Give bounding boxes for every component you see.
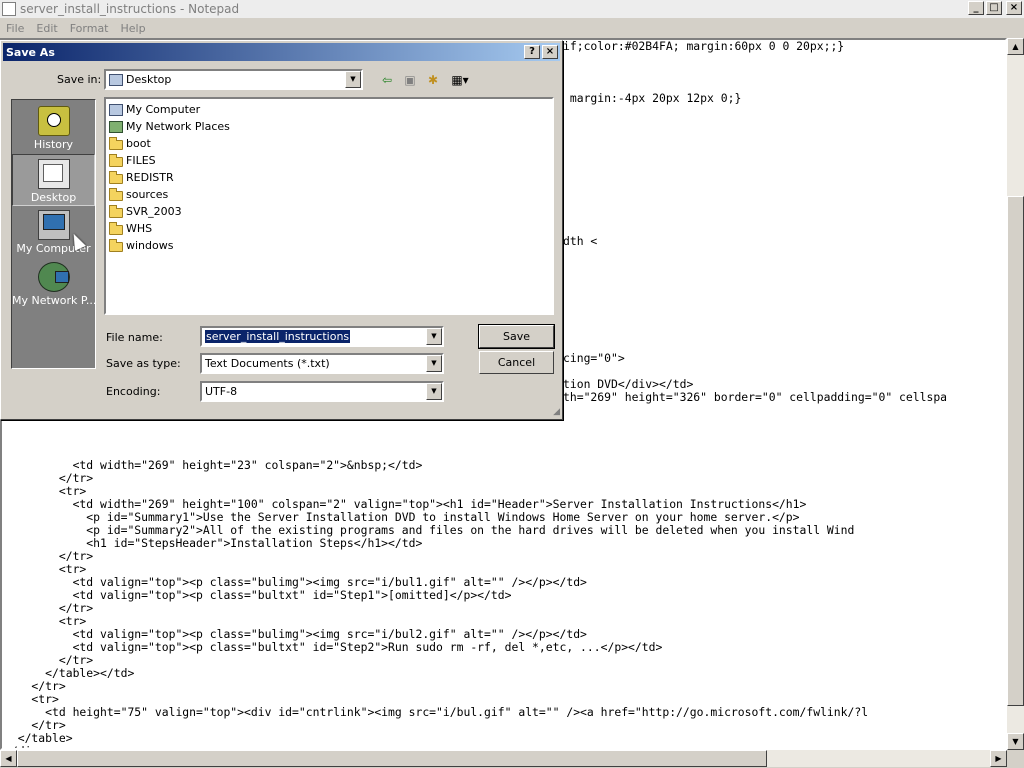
file-name: WHS xyxy=(126,222,153,235)
close-window-button[interactable]: × xyxy=(1006,1,1022,15)
back-icon[interactable]: ⇦ xyxy=(378,72,396,88)
text-fragment: if;color:#02B4FA; margin:60px 0 0 20px;;… xyxy=(563,39,845,53)
place-history[interactable]: History xyxy=(12,102,95,154)
folder-icon xyxy=(109,170,123,184)
scroll-up-button[interactable]: ▲ xyxy=(1007,38,1024,55)
place-desktop[interactable]: Desktop xyxy=(12,154,95,206)
menu-bar: File Edit Format Help xyxy=(0,18,1024,38)
file-name: FILES xyxy=(126,154,156,167)
new-folder-icon[interactable]: ✱ xyxy=(424,72,442,88)
history-icon xyxy=(37,106,70,136)
maximize-button[interactable]: □ xyxy=(986,1,1002,15)
file-name-input[interactable]: server_install_instructions ▼ xyxy=(200,326,444,347)
up-folder-icon[interactable]: ▣ xyxy=(401,72,419,88)
file-name-value: server_install_instructions xyxy=(205,330,351,343)
list-item[interactable]: My Network Places xyxy=(109,118,230,135)
menu-format[interactable]: Format xyxy=(64,22,115,35)
vertical-scrollbar[interactable]: ▲ ▼ xyxy=(1007,38,1024,750)
list-item[interactable]: FILES xyxy=(109,152,156,169)
cancel-button[interactable]: Cancel xyxy=(479,351,554,374)
file-name: My Computer xyxy=(126,103,201,116)
resize-grip-icon[interactable]: ◢ xyxy=(553,407,560,417)
scrollbar-corner xyxy=(1007,750,1024,768)
text-fragment: dth < xyxy=(563,234,598,248)
dialog-title: Save As xyxy=(6,45,55,59)
file-name: SVR_2003 xyxy=(126,205,182,218)
list-item[interactable]: WHS xyxy=(109,220,152,237)
list-item[interactable]: REDISTR xyxy=(109,169,174,186)
document-text[interactable]: <td width="269" height="23" colspan="2">… xyxy=(4,459,868,749)
scroll-left-button[interactable]: ◀ xyxy=(0,750,17,767)
chevron-down-icon[interactable]: ▼ xyxy=(426,355,442,372)
file-name: REDISTR xyxy=(126,171,174,184)
horizontal-scroll-thumb[interactable] xyxy=(17,750,767,767)
folder-icon xyxy=(109,204,123,218)
list-item[interactable]: windows xyxy=(109,237,173,254)
list-item[interactable]: sources xyxy=(109,186,168,203)
text-fragment: margin:-4px 20px 12px 0;} xyxy=(563,91,742,105)
file-name: windows xyxy=(126,239,174,252)
save-in-label: Save in: xyxy=(57,73,102,86)
text-fragment: cing="0"> xyxy=(563,351,625,365)
place-my-computer[interactable]: My Computer xyxy=(12,206,95,258)
save-button[interactable]: Save xyxy=(478,324,555,349)
file-name: My Network Places xyxy=(126,120,230,133)
help-button[interactable]: ? xyxy=(524,45,540,59)
notepad-icon xyxy=(2,2,16,16)
place-label: Desktop xyxy=(30,191,77,204)
folder-icon xyxy=(109,238,123,252)
save-as-type-label: Save as type: xyxy=(106,357,181,370)
chevron-down-icon[interactable]: ▼ xyxy=(345,71,361,88)
view-menu-icon[interactable]: ▦▾ xyxy=(448,72,472,88)
save-as-type-dropdown[interactable]: Text Documents (*.txt) ▼ xyxy=(200,353,444,374)
chevron-down-icon[interactable]: ▼ xyxy=(426,383,442,400)
menu-edit[interactable]: Edit xyxy=(30,22,63,35)
folder-icon xyxy=(109,187,123,201)
list-item[interactable]: My Computer xyxy=(109,101,200,118)
my-computer-icon xyxy=(109,103,123,116)
folder-icon xyxy=(109,153,123,167)
file-name-label: File name: xyxy=(106,331,163,344)
list-item[interactable]: boot xyxy=(109,135,151,152)
chevron-down-icon[interactable]: ▼ xyxy=(426,328,442,345)
list-item[interactable]: SVR_2003 xyxy=(109,203,182,220)
save-in-dropdown[interactable]: Desktop ▼ xyxy=(104,69,363,90)
minimize-button[interactable]: _ xyxy=(968,1,984,15)
file-name: boot xyxy=(126,137,151,150)
text-fragment: th="269" height="326" border="0" cellpad… xyxy=(563,390,948,404)
encoding-value: UTF-8 xyxy=(205,385,238,398)
scroll-down-button[interactable]: ▼ xyxy=(1007,733,1024,750)
menu-help[interactable]: Help xyxy=(115,22,152,35)
menu-file[interactable]: File xyxy=(0,22,30,35)
place-network[interactable]: My Network P... xyxy=(12,258,97,310)
encoding-dropdown[interactable]: UTF-8 ▼ xyxy=(200,381,444,402)
horizontal-scrollbar[interactable]: ◀ ▶ xyxy=(0,750,1007,767)
notepad-title-bar[interactable]: server_install_instructions - Notepad _ … xyxy=(0,0,1024,18)
desktop-icon xyxy=(37,159,70,189)
network-places-icon xyxy=(37,262,70,292)
file-name: sources xyxy=(126,188,169,201)
save-in-value: Desktop xyxy=(126,73,172,86)
scroll-right-button[interactable]: ▶ xyxy=(990,750,1007,767)
save-as-dialog: Save As ? × Save in: Desktop ▼ ⇦ ▣ ✱ ▦▾ … xyxy=(0,40,563,420)
folder-icon xyxy=(109,221,123,235)
dialog-title-bar[interactable]: Save As ? × xyxy=(3,43,560,61)
vertical-scroll-thumb[interactable] xyxy=(1007,196,1024,706)
window-controls: _ □ × xyxy=(968,1,1022,15)
places-bar: History Desktop My Computer My Network P… xyxy=(11,99,96,369)
place-label: My Network P... xyxy=(12,294,97,307)
my-computer-icon xyxy=(37,210,70,240)
desktop-icon xyxy=(109,73,123,86)
network-places-icon xyxy=(109,120,123,133)
encoding-label: Encoding: xyxy=(106,385,161,398)
file-list[interactable]: My Computer My Network Places boot FILES… xyxy=(104,97,554,315)
folder-icon xyxy=(109,136,123,150)
place-label: History xyxy=(33,138,74,151)
dialog-close-button[interactable]: × xyxy=(542,45,558,59)
save-as-type-value: Text Documents (*.txt) xyxy=(205,357,330,370)
window-title: server_install_instructions - Notepad xyxy=(20,2,240,16)
